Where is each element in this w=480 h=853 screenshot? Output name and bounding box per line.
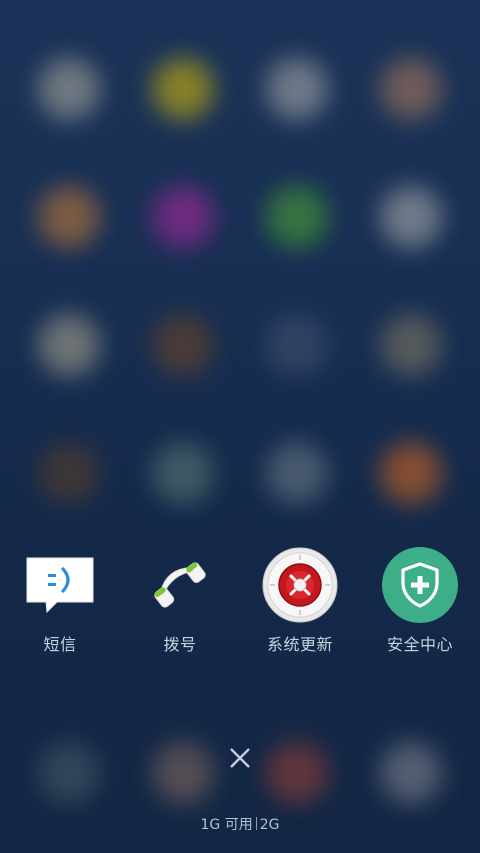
memory-available: 1G 可用 (200, 817, 253, 833)
app-label: 系统更新 (266, 635, 333, 654)
clear-all-button[interactable] (226, 744, 254, 772)
safe-dial-icon (260, 545, 340, 625)
app-label: 短信 (43, 635, 77, 654)
blurred-app-icon (152, 442, 214, 504)
blurred-app-icon (38, 314, 100, 376)
memory-divider (255, 817, 257, 830)
blurred-app-icon (266, 58, 328, 120)
blurred-app-icon (266, 442, 328, 504)
phone-icon (140, 545, 220, 625)
blurred-app-icon (380, 442, 442, 504)
blurred-app-icon (152, 186, 214, 248)
blurred-app-icon (38, 442, 100, 504)
recent-app-system-update[interactable]: 系统更新 (240, 545, 360, 660)
blurred-app-icon (380, 186, 442, 248)
blurred-dock-icon (38, 742, 100, 804)
message-icon (20, 545, 100, 625)
recent-app-security-center[interactable]: 安全中心 (360, 545, 480, 660)
blurred-app-icon (38, 186, 100, 248)
blurred-dock-icon (152, 742, 214, 804)
blurred-app-icon (152, 314, 214, 376)
recent-app-dialer[interactable]: 拨号 (120, 545, 240, 660)
blurred-app-icon (266, 186, 328, 248)
blurred-app-icon (38, 58, 100, 120)
blurred-home-background (0, 0, 480, 853)
recent-apps-row: 短信 拨号 系统更新 安全中心 (0, 545, 480, 660)
blurred-app-icon (152, 58, 214, 120)
blurred-dock-icon (266, 742, 328, 804)
recent-app-messages[interactable]: 短信 (0, 545, 120, 660)
blurred-app-icon (266, 314, 328, 376)
memory-status: 1G 可用 2G (0, 814, 480, 834)
close-icon (230, 748, 250, 768)
blurred-app-icon (380, 58, 442, 120)
shield-plus-icon (380, 545, 460, 625)
blurred-dock-icon (380, 742, 442, 804)
app-label: 安全中心 (386, 635, 453, 654)
recent-apps-screen: 短信 拨号 系统更新 安全中心 1G 可用 2G (0, 0, 480, 853)
memory-total: 2G (259, 817, 280, 833)
app-label: 拨号 (163, 635, 197, 654)
blurred-app-icon (380, 314, 442, 376)
